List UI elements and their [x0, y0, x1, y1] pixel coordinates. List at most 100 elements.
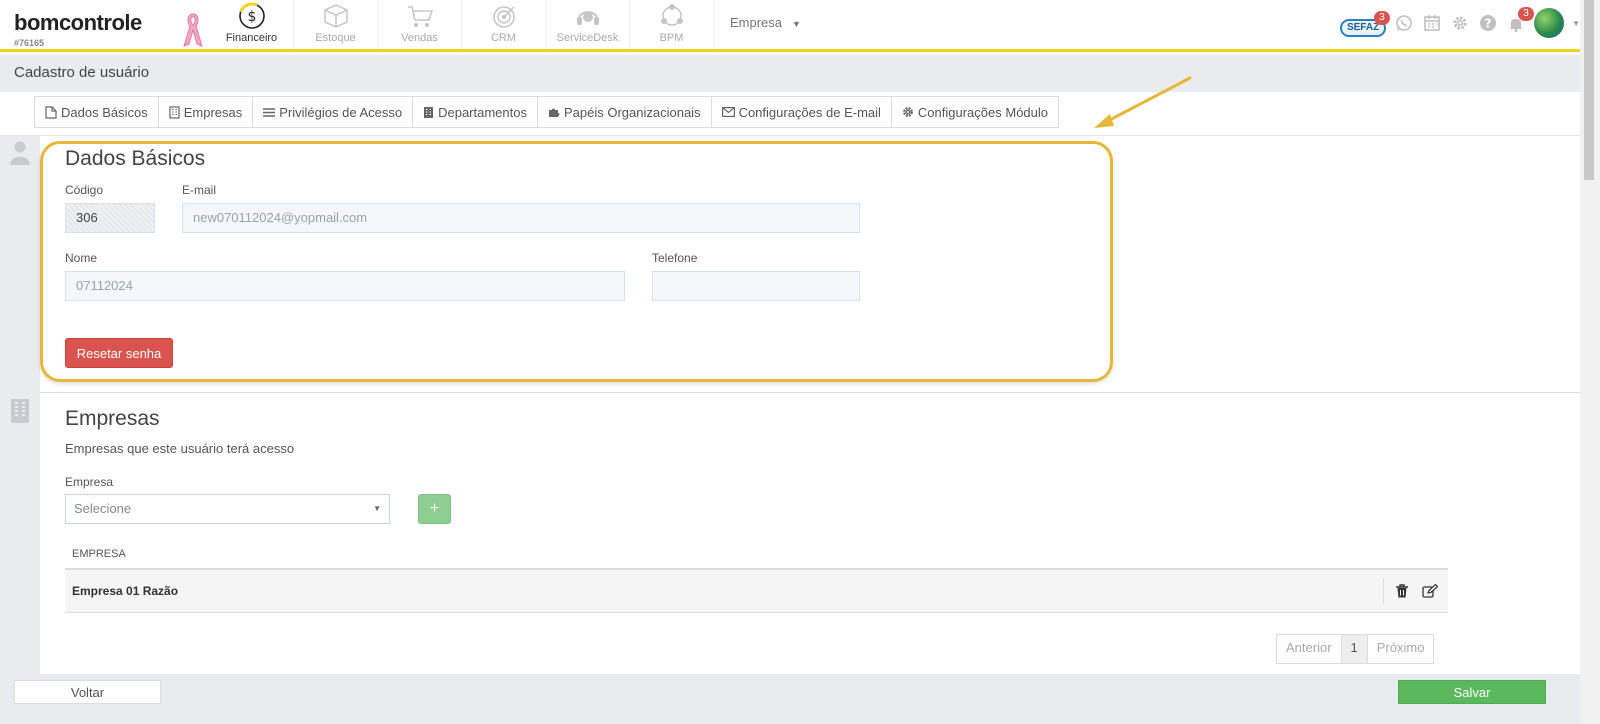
- tab-configuracoes-de-email[interactable]: Configurações de E-mail: [712, 97, 892, 127]
- pagination-previous[interactable]: Anterior: [1277, 635, 1342, 663]
- module-label: Vendas: [401, 32, 438, 44]
- tab-label: Departamentos: [438, 104, 527, 120]
- tab-label: Empresas: [183, 104, 243, 120]
- notifications-badge: 3: [1518, 7, 1535, 21]
- tab-papeis-organizacionais[interactable]: Papéis Organizacionais: [538, 97, 712, 127]
- company-dropdown-label: Empresa: [730, 15, 783, 30]
- tab-empresas[interactable]: Empresas: [159, 97, 254, 127]
- module-estoque[interactable]: Estoque: [294, 0, 378, 49]
- module-label: BPM: [659, 32, 684, 44]
- page-header: Cadastro de usuário: [0, 55, 1580, 92]
- pagination: Anterior 1 Próximo: [1276, 634, 1435, 664]
- tab-dados-basicos[interactable]: Dados Básicos: [35, 97, 159, 127]
- company-select-label: Empresa: [65, 475, 114, 489]
- process-icon: [660, 4, 683, 26]
- name-label: Nome: [65, 251, 98, 265]
- svg-text:$: $: [247, 9, 256, 25]
- module-vendas[interactable]: Vendas: [378, 0, 462, 49]
- caret-down-icon: ▼: [792, 19, 801, 29]
- help-icon[interactable]: ?: [1478, 13, 1498, 33]
- row-actions: [1383, 578, 1438, 604]
- name-field[interactable]: 07112024: [65, 271, 625, 301]
- sefaz-badge: 3: [1374, 11, 1391, 25]
- calendar-icon[interactable]: [1422, 13, 1442, 33]
- company-dropdown[interactable]: Empresa ▼: [730, 15, 801, 30]
- table-row: Empresa 01 Razão: [65, 570, 1448, 613]
- user-avatar[interactable]: [1534, 8, 1565, 38]
- footer-bar: Voltar Salvar: [0, 674, 1580, 724]
- email-label: E-mail: [182, 183, 217, 197]
- top-navbar: bomcontrole #76165 $ Financeiro Estoque …: [0, 0, 1600, 52]
- scrollbar-thumb[interactable]: [1584, 0, 1594, 180]
- basic-section-title: Dados Básicos: [65, 147, 206, 170]
- module-label: Estoque: [315, 32, 356, 44]
- back-button[interactable]: Voltar: [14, 680, 161, 704]
- phone-label: Telefone: [652, 251, 698, 265]
- tab-label: Privilégios de Acesso: [279, 104, 403, 120]
- tab-configuracoes-modulo[interactable]: Configurações Módulo: [892, 97, 1058, 127]
- tab-label: Configurações de E-mail: [738, 104, 881, 120]
- tab-label: Configurações Módulo: [917, 104, 1048, 120]
- user-icon: [10, 141, 30, 165]
- companies-subtitle: Empresas que este usuário terá acesso: [65, 441, 295, 456]
- annotation-arrow: [1094, 76, 1192, 128]
- tab-label: Dados Básicos: [61, 104, 148, 120]
- top-right-tools: SEFAZ 3 ? 3 ▼: [1340, 7, 1580, 38]
- page-scrollbar[interactable]: [1580, 0, 1600, 724]
- puzzle-icon: [548, 108, 560, 117]
- tab-list: Dados Básicos Empresas Privilégios de Ac…: [34, 96, 1059, 128]
- building-icon: [11, 399, 29, 423]
- file-icon: [45, 105, 57, 119]
- add-company-button[interactable]: +: [418, 494, 451, 524]
- building-icon: [169, 105, 180, 119]
- sefaz-button[interactable]: SEFAZ 3: [1340, 9, 1391, 37]
- module-label: CRM: [490, 32, 517, 44]
- companies-section-title: Empresas: [65, 407, 160, 430]
- target-icon: [492, 6, 515, 28]
- section-rail: [0, 136, 40, 674]
- tab-departamentos[interactable]: Departamentos: [413, 97, 538, 127]
- company-select-value: Selecione: [74, 501, 132, 516]
- tabs-bar: Dados Básicos Empresas Privilégios de Ac…: [0, 92, 1580, 136]
- pink-ribbon-icon: [183, 13, 203, 47]
- code-field: 306: [65, 203, 155, 233]
- brand-logo[interactable]: bomcontrole: [14, 10, 142, 36]
- whatsapp-icon[interactable]: [1394, 13, 1414, 33]
- module-bpm[interactable]: BPM: [630, 0, 714, 49]
- list-icon: [263, 107, 276, 117]
- section-divider: [40, 392, 1580, 393]
- column-header-empresa: EMPRESA: [65, 540, 1448, 570]
- module-crm[interactable]: CRM: [462, 0, 546, 49]
- company-name-cell: Empresa 01 Razão: [72, 584, 179, 598]
- reset-password-button[interactable]: Resetar senha: [65, 338, 173, 368]
- pagination-next[interactable]: Próximo: [1367, 635, 1434, 663]
- box-icon: [323, 4, 348, 28]
- page-title: Cadastro de usuário: [14, 64, 150, 81]
- tab-privilegios-de-acesso[interactable]: Privilégios de Acesso: [253, 97, 414, 127]
- bell-icon[interactable]: 3: [1506, 7, 1535, 33]
- caret-down-icon[interactable]: ▼: [1572, 19, 1580, 28]
- code-label: Código: [65, 183, 104, 197]
- gear-icon[interactable]: [1450, 13, 1470, 33]
- account-id: #76165: [14, 38, 45, 48]
- email-field[interactable]: new070112024@yopmail.com: [182, 203, 860, 233]
- trash-icon[interactable]: [1396, 584, 1408, 598]
- pagination-page-1[interactable]: 1: [1341, 635, 1368, 663]
- money-circle-icon: $: [237, 2, 265, 30]
- envelope-icon: [721, 107, 735, 117]
- headset-icon: [576, 11, 599, 25]
- building-icon: [424, 106, 434, 118]
- caret-down-icon: ▼: [373, 504, 381, 513]
- company-select[interactable]: Selecione ▼: [65, 494, 390, 524]
- companies-table: EMPRESA Empresa 01 Razão: [65, 540, 1448, 613]
- module-label: ServiceDesk: [556, 32, 619, 44]
- phone-field[interactable]: [652, 271, 860, 301]
- svg-text:?: ?: [1485, 17, 1492, 31]
- module-label: Financeiro: [225, 32, 278, 44]
- module-servicedesk[interactable]: ServiceDesk: [546, 0, 630, 49]
- module-financeiro[interactable]: $ Financeiro: [210, 0, 294, 49]
- save-button[interactable]: Salvar: [1398, 680, 1546, 704]
- gear-icon: [903, 107, 913, 117]
- cart-icon: [407, 6, 433, 27]
- edit-icon[interactable]: [1422, 584, 1438, 598]
